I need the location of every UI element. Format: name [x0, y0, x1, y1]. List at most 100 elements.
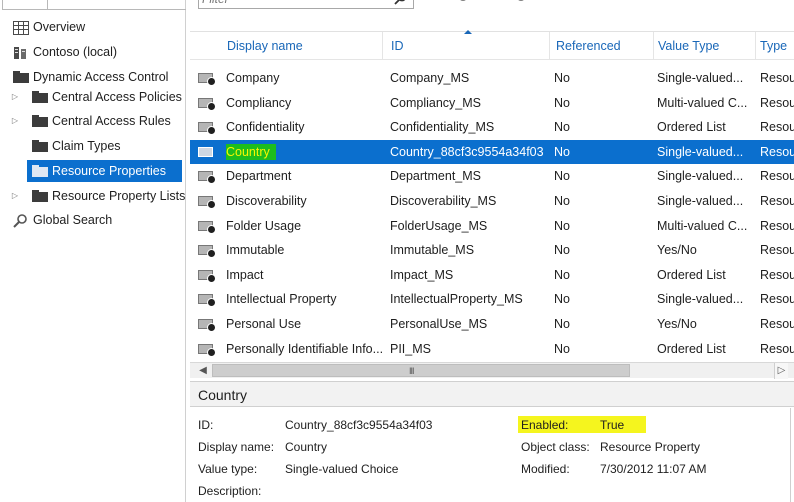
cell-id: Confidentiality_MS [390, 120, 495, 135]
cell-value-type: Ordered List [657, 341, 726, 356]
table-row[interactable]: Impact Impact_MS No Ordered List Resou [190, 263, 794, 288]
resource-property-icon [198, 122, 216, 136]
cell-id: Immutable_MS [390, 243, 475, 258]
cell-type: Resou [760, 71, 794, 85]
save-query-button[interactable] [510, 0, 548, 8]
cell-referenced: No [554, 169, 570, 184]
cell-referenced: No [554, 317, 570, 331]
details-scrollbar[interactable] [790, 408, 794, 502]
cell-display-name: Personal Use [226, 317, 302, 331]
table-row[interactable]: Intellectual Property IntellectualProper… [190, 287, 794, 312]
filter-input[interactable] [202, 0, 382, 7]
domain-icon [13, 45, 29, 59]
cell-value-type: Single-valued... [657, 144, 744, 159]
cell-value-type: Multi-valued C... [657, 95, 748, 110]
column-header-referenced[interactable]: Referenced [552, 32, 654, 60]
cell-id: Company_MS [390, 71, 470, 85]
details-object-class-value: Resource Property [600, 440, 701, 454]
column-header-display-name[interactable]: Display name [223, 32, 383, 60]
expand-arrow-icon[interactable]: ▷ [10, 110, 20, 132]
details-description-label: Description: [198, 484, 262, 498]
cell-referenced: No [554, 71, 570, 85]
table-row[interactable]: Company Company_MS No Single-valued... R… [190, 66, 794, 91]
resource-properties-grid: Display name ID Referenced Value Type Ty… [190, 30, 794, 378]
resource-property-icon [198, 73, 216, 86]
cell-type: Resou [760, 95, 794, 110]
cell-referenced: No [554, 243, 570, 258]
cell-id: Country_88cf3c9554a34f03 [390, 144, 544, 159]
nav-item-resource-properties[interactable]: Resource Properties [27, 160, 182, 182]
nav-item-label: Resource Property Lists [52, 189, 186, 203]
folder-icon [32, 190, 48, 204]
resource-property-icon [198, 245, 216, 259]
folder-icon [13, 71, 29, 85]
resource-property-icon [198, 220, 216, 234]
cell-referenced: No [554, 267, 570, 282]
table-row[interactable]: Compliancy Compliancy_MS No Multi-valued… [190, 91, 794, 116]
cell-value-type: Single-valued... [657, 71, 744, 85]
details-display-name-label: Display name: [198, 440, 275, 454]
cell-display-name: Confidentiality [226, 120, 305, 135]
details-object-class-label: Object class: [521, 440, 590, 454]
table-row[interactable]: Confidentiality Confidentiality_MS No Or… [190, 115, 794, 140]
nav-item-label: Claim Types [52, 139, 121, 153]
details-pane-header[interactable]: Country [190, 381, 794, 407]
table-row[interactable]: Discoverability Discoverability_MS No Si… [190, 189, 794, 214]
cell-referenced: No [554, 218, 570, 233]
cell-type: Resou [760, 243, 794, 258]
nav-item-label: Overview [33, 20, 86, 34]
cell-display-name: Country [226, 140, 386, 165]
table-row[interactable]: Department Department_MS No Single-value… [190, 164, 794, 189]
cell-id: PersonalUse_MS [390, 317, 488, 331]
cell-type: Resou [760, 292, 794, 307]
column-header-value-type[interactable]: Value Type [654, 32, 756, 60]
cell-value-type: Yes/No [657, 317, 697, 331]
details-id-value: Country_88cf3c9554a34f03 [285, 418, 433, 432]
search-icon[interactable] [394, 0, 407, 8]
cell-value-type: Multi-valued C... [657, 218, 748, 233]
table-row[interactable]: Personally Identifiable Info... PII_MS N… [190, 337, 794, 362]
scrollbar-thumb[interactable]: III [212, 364, 630, 377]
horizontal-scrollbar[interactable]: ◀ III ▷ [190, 362, 794, 379]
cell-id: FolderUsage_MS [390, 218, 488, 233]
table-row-selected[interactable]: Country Country_88cf3c9554a34f03 No Sing… [190, 139, 794, 165]
view-options-button[interactable] [452, 0, 490, 8]
table-row[interactable]: Immutable Immutable_MS No Yes/No Resou [190, 238, 794, 263]
cell-display-name: Compliancy [226, 95, 292, 110]
overview-icon [13, 20, 29, 35]
cell-display-name: Personally Identifiable Info... [226, 341, 384, 356]
folder-icon [32, 140, 48, 154]
nav-tab-strip [0, 0, 186, 10]
cell-value-type: Yes/No [657, 243, 697, 258]
grid-header: Display name ID Referenced Value Type Ty… [190, 30, 794, 60]
nav-item-label: Dynamic Access Control [33, 70, 169, 84]
table-row[interactable]: Personal Use PersonalUse_MS No Yes/No Re… [190, 312, 794, 337]
scroll-right-arrow-icon[interactable]: ▷ [774, 363, 788, 379]
cell-display-name: Impact [226, 267, 264, 282]
details-value-type-label: Value type: [198, 462, 258, 476]
collapse-icon[interactable] [770, 0, 786, 2]
table-row[interactable]: Folder Usage FolderUsage_MS No Multi-val… [190, 214, 794, 239]
column-header-type[interactable]: Type [756, 32, 794, 60]
search-icon [13, 213, 29, 228]
cell-display-name: Discoverability [226, 194, 307, 208]
scroll-left-arrow-icon[interactable]: ◀ [196, 363, 210, 379]
cell-id: Discoverability_MS [390, 194, 497, 208]
details-title: Country [198, 387, 248, 403]
expand-arrow-icon[interactable]: ▷ [10, 185, 20, 207]
details-enabled-label: Enabled: [521, 418, 569, 432]
filter-box [198, 0, 414, 9]
cell-type: Resou [760, 169, 794, 184]
folder-icon [32, 91, 48, 105]
expand-arrow-icon[interactable]: ▷ [10, 86, 20, 108]
grip-icon: III [409, 366, 414, 376]
cell-type: Resou [760, 317, 794, 331]
cell-id: IntellectualProperty_MS [390, 292, 523, 307]
nav-tab-list-view[interactable] [2, 0, 48, 10]
cell-type: Resou [760, 267, 794, 282]
resource-property-icon [198, 196, 216, 209]
nav-tab-divider [48, 9, 186, 10]
nav-item-label: Global Search [33, 213, 113, 227]
details-pane: ID: Country_88cf3c9554a34f03 Display nam… [190, 408, 794, 502]
column-header-id[interactable]: ID [387, 32, 550, 60]
